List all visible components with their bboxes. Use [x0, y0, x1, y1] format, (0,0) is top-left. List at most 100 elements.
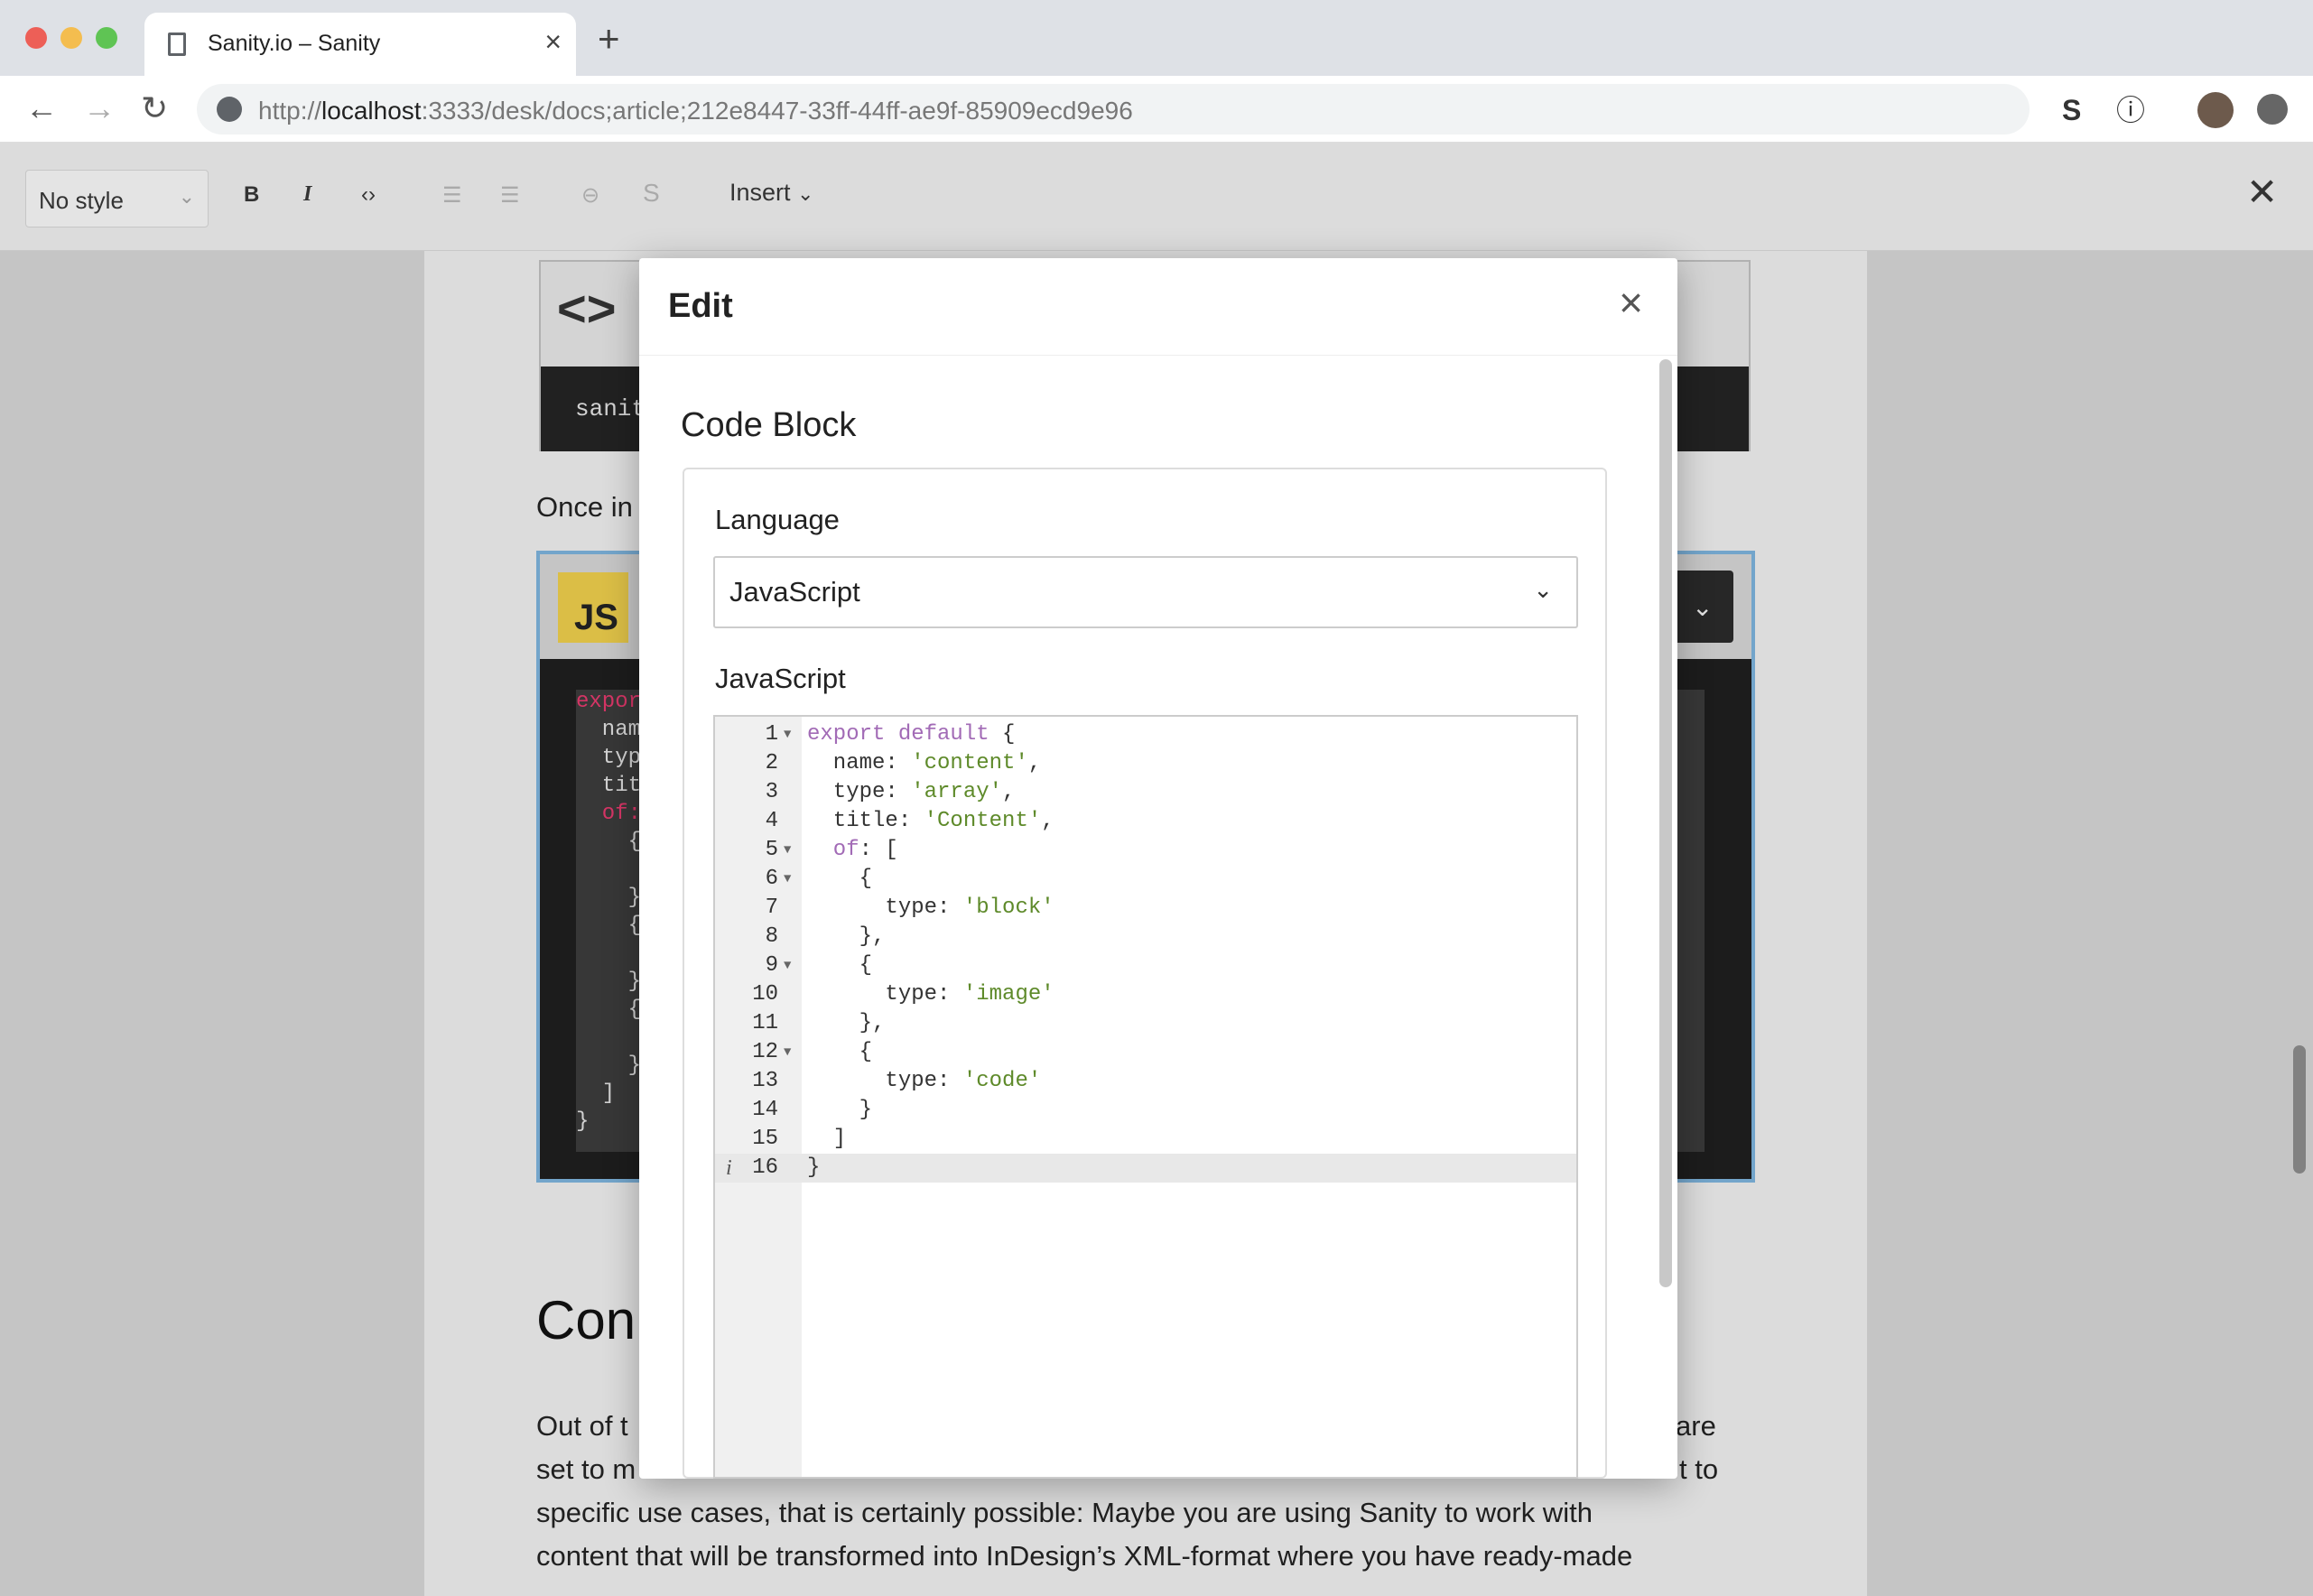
- close-icon[interactable]: ×: [1619, 282, 1643, 323]
- code-text: title: 'Content',: [807, 809, 1054, 833]
- code-text: {: [807, 1040, 873, 1064]
- code-line[interactable]: 1 ▼ export default {: [715, 720, 1576, 749]
- maximize-window-button[interactable]: [96, 27, 117, 49]
- code-text: type: 'array',: [807, 780, 1016, 804]
- line-number: 6: [765, 867, 778, 891]
- profile-avatar[interactable]: [2197, 92, 2234, 128]
- fold-toggle-icon[interactable]: ▼: [784, 720, 791, 749]
- line-number: 16: [752, 1155, 778, 1180]
- language-value: JavaScript: [729, 576, 860, 608]
- update-icon[interactable]: [2257, 94, 2288, 125]
- code-line[interactable]: 6 ▼ {: [715, 865, 1576, 894]
- dialog-title: Edit: [668, 287, 733, 325]
- paragraph-line: Out of t: [536, 1410, 628, 1442]
- code-line[interactable]: 10 type: 'image': [715, 980, 1576, 1009]
- sanity-extension-icon[interactable]: S: [2062, 94, 2081, 126]
- code-text: },: [807, 924, 886, 949]
- code-line[interactable]: 4 title: 'Content',: [715, 807, 1576, 836]
- code-line[interactable]: 3 type: 'array',: [715, 778, 1576, 807]
- tab-title: Sanity.io – Sanity: [208, 31, 381, 56]
- code-line[interactable]: 9 ▼ {: [715, 951, 1576, 980]
- fold-toggle-icon[interactable]: ▼: [784, 865, 791, 894]
- code-line[interactable]: 13 type: 'code': [715, 1067, 1576, 1096]
- code-line[interactable]: 12 ▼ {: [715, 1038, 1576, 1067]
- code-label: JavaScript: [715, 663, 846, 694]
- background-code-line: {: [576, 914, 642, 938]
- insert-menu-button[interactable]: Insert ⌄: [729, 179, 813, 207]
- bullet-list-button[interactable]: ☰: [442, 182, 462, 209]
- page-scrollbar[interactable]: [2293, 1045, 2306, 1174]
- password-extension-icon[interactable]: ⓘ: [2116, 94, 2145, 126]
- code-brackets-icon: <>: [557, 280, 617, 337]
- address-bar[interactable]: http://localhost:3333/desk/docs;article;…: [197, 84, 2030, 135]
- line-number: 8: [765, 924, 778, 949]
- editor-toolbar: No style ⌄ B I ‹› ☰ ☰ ⊖ S Insert ⌄ ✕: [0, 143, 2313, 251]
- language-select[interactable]: JavaScript ⌄: [713, 556, 1578, 628]
- line-number: 3: [765, 780, 778, 804]
- link-button[interactable]: ⊖: [581, 182, 599, 209]
- forward-arrow-icon[interactable]: →: [83, 90, 116, 126]
- new-tab-button[interactable]: +: [598, 20, 620, 58]
- background-code-line: expor: [576, 690, 642, 714]
- javascript-icon: JS: [558, 572, 628, 643]
- line-number: 1: [765, 722, 778, 747]
- reload-icon[interactable]: ↻: [141, 90, 168, 126]
- document-icon: [168, 32, 186, 56]
- chevron-down-icon: ⌄: [178, 185, 195, 208]
- code-text: name: 'content',: [807, 751, 1042, 775]
- code-line[interactable]: 14 }: [715, 1096, 1576, 1125]
- code-editor[interactable]: 1 ▼ export default {2 name: 'content', 3 ty…: [713, 715, 1578, 1479]
- tab-close-icon[interactable]: ×: [544, 25, 562, 59]
- code-line[interactable]: 16 i}: [715, 1154, 1576, 1183]
- bold-button[interactable]: B: [244, 182, 259, 208]
- section-title: Code Block: [681, 406, 857, 444]
- background-code-line: typ: [576, 746, 642, 770]
- code-text: export default {: [807, 722, 1016, 747]
- close-window-button[interactable]: [25, 27, 47, 49]
- code-text: ]: [807, 1127, 847, 1151]
- line-number: 13: [752, 1069, 778, 1093]
- fold-toggle-icon[interactable]: ▼: [784, 1038, 791, 1067]
- line-number: 2: [765, 751, 778, 775]
- strike-button[interactable]: S: [643, 179, 660, 208]
- browser-tab[interactable]: Sanity.io – Sanity ×: [144, 13, 576, 76]
- chevron-down-icon: ⌄: [1533, 576, 1553, 603]
- line-number: 11: [752, 1011, 778, 1035]
- code-line[interactable]: 5 ▼ of: [: [715, 836, 1576, 865]
- code-line[interactable]: 8 },: [715, 923, 1576, 951]
- code-line[interactable]: 15 ]: [715, 1125, 1576, 1154]
- paragraph-line: t to: [1679, 1453, 1719, 1485]
- background-code-line: ]: [576, 1081, 616, 1106]
- globe-icon: [217, 97, 242, 122]
- code-preview-text: sanit: [575, 395, 646, 422]
- minimize-window-button[interactable]: [60, 27, 82, 49]
- block-style-value: No style: [39, 187, 124, 214]
- line-number: 7: [765, 895, 778, 920]
- line-number: 14: [752, 1098, 778, 1122]
- italic-button[interactable]: I: [303, 182, 311, 207]
- section-heading: Con: [536, 1290, 636, 1350]
- back-arrow-icon[interactable]: ←: [25, 90, 58, 126]
- code-line[interactable]: 11 },: [715, 1009, 1576, 1038]
- paragraph-text: Once in: [536, 491, 633, 523]
- block-style-select[interactable]: No style ⌄: [25, 170, 209, 227]
- edit-dialog: Edit × Code Block Language JavaScript ⌄ …: [639, 258, 1677, 1479]
- code-line[interactable]: 7 type: 'block': [715, 894, 1576, 923]
- browser-toolbar: ← → ↻ http://localhost:3333/desk/docs;ar…: [0, 76, 2313, 143]
- code-text: }: [807, 1098, 873, 1122]
- code-line[interactable]: 2 name: 'content',: [715, 749, 1576, 778]
- fold-toggle-icon[interactable]: ▼: [784, 951, 791, 980]
- browser-tab-bar: Sanity.io – Sanity × +: [0, 0, 2313, 76]
- code-text: of: [: [807, 838, 898, 862]
- code-button[interactable]: ‹›: [361, 182, 376, 208]
- numbered-list-button[interactable]: ☰: [500, 182, 520, 209]
- background-code-line: }: [576, 1053, 642, 1078]
- line-number: 4: [765, 809, 778, 833]
- dialog-scrollbar[interactable]: [1659, 359, 1672, 1287]
- code-text: type: 'code': [807, 1069, 1042, 1093]
- background-code-line: nam: [576, 718, 642, 742]
- code-text: type: 'block': [807, 895, 1054, 920]
- fold-toggle-icon[interactable]: ▼: [784, 836, 791, 865]
- close-editor-icon[interactable]: ✕: [2246, 173, 2278, 211]
- code-text: {: [807, 953, 873, 978]
